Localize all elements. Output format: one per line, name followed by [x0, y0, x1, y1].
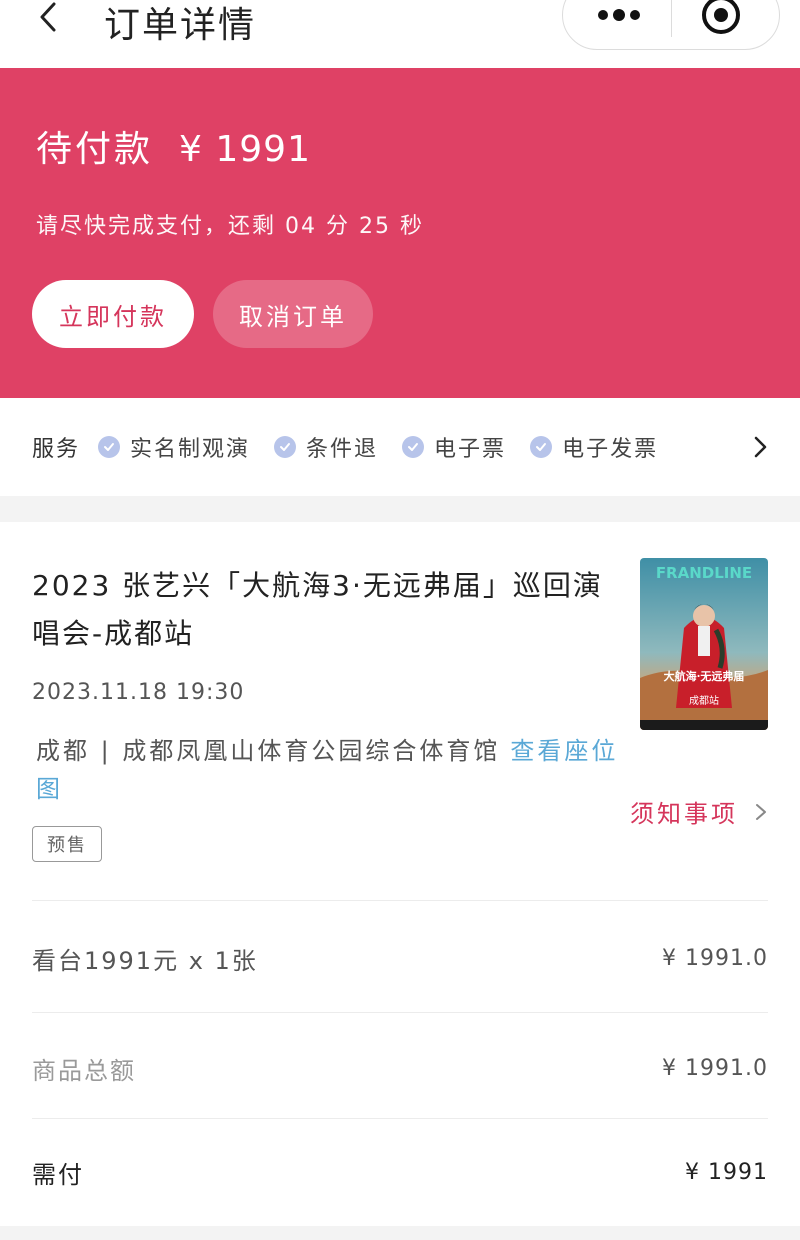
amount-due-label: 需付	[32, 1160, 84, 1189]
notice-link[interactable]: 须知事项	[630, 794, 768, 829]
more-dots-icon	[598, 9, 640, 21]
poster-top-text: FRANDLINE	[656, 564, 752, 582]
service-item: 条件退	[274, 431, 378, 463]
pay-now-button[interactable]: 立即付款	[32, 280, 194, 348]
venue-text: 成都 | 成都凤凰山体育公园综合体育馆	[36, 737, 501, 765]
nav-bar: 订单详情	[0, 0, 800, 68]
pending-amount: ¥ 1991	[179, 129, 311, 170]
services-row[interactable]: 服务 实名制观演 条件退 电子票 电子发票	[0, 398, 800, 496]
divider	[32, 1012, 768, 1013]
service-item-label: 实名制观演	[130, 437, 251, 462]
subtotal-line: 商品总额 ¥ 1991.0	[32, 1048, 768, 1088]
order-card: 2023 张艺兴「大航海3·无远弗届」巡回演唱会-成都站 FRANDLINE 大…	[0, 522, 800, 1226]
event-poster[interactable]: FRANDLINE 大航海·无远弗届 成都站	[640, 558, 768, 730]
cancel-order-button[interactable]: 取消订单	[213, 280, 373, 348]
service-item-label: 条件退	[306, 437, 379, 462]
service-item: 实名制观演	[98, 431, 250, 463]
capsule-divider	[671, 0, 672, 37]
divider	[32, 900, 768, 901]
poster-city: 成都站	[689, 694, 719, 707]
service-item-label: 电子票	[434, 437, 507, 462]
payment-status-banner: 待付款 ¥ 1991 请尽快完成支付，还剩 04 分 25 秒 立即付款 取消订单	[0, 68, 800, 398]
more-button[interactable]	[593, 0, 645, 33]
service-item-label: 电子发票	[562, 437, 659, 462]
amount-due-value: ¥ 1991	[685, 1159, 768, 1185]
notice-label: 须知事项	[630, 800, 738, 828]
divider	[32, 1118, 768, 1119]
status-text: 待付款	[36, 129, 154, 170]
subtotal-value: ¥ 1991.0	[662, 1055, 768, 1081]
subtotal-label: 商品总额	[32, 1056, 136, 1085]
venue-info: 成都 | 成都凤凰山体育公园综合体育馆 查看座位图	[36, 732, 626, 808]
check-circle-icon	[530, 436, 553, 458]
mini-program-capsule	[562, 0, 780, 50]
poster-headline: 大航海·无远弗届	[664, 669, 745, 683]
event-datetime: 2023.11.18 19:30	[32, 680, 245, 705]
close-mini-program-button[interactable]	[699, 0, 743, 37]
services-label: 服务	[32, 437, 81, 462]
service-item: 电子票	[402, 431, 506, 463]
ticket-line-label: 看台1991元 x 1张	[32, 946, 258, 975]
chevron-left-icon	[40, 2, 56, 32]
chevron-right-icon	[756, 803, 766, 820]
ticket-line: 看台1991元 x 1张 ¥ 1991.0	[32, 938, 768, 978]
payment-countdown: 请尽快完成支付，还剩 04 分 25 秒	[36, 214, 424, 239]
presale-tag: 预售	[32, 826, 102, 862]
check-circle-icon	[98, 436, 121, 458]
target-close-icon	[702, 0, 740, 34]
page-title: 订单详情	[104, 5, 257, 46]
chevron-right-icon	[754, 436, 767, 458]
back-button[interactable]	[30, 0, 70, 40]
event-title: 2023 张艺兴「大航海3·无远弗届」巡回演唱会-成都站	[32, 569, 603, 650]
check-circle-icon	[402, 436, 425, 458]
status-line: 待付款 ¥ 1991	[36, 120, 311, 172]
ticket-line-value: ¥ 1991.0	[662, 945, 768, 971]
service-item: 电子发票	[530, 431, 658, 463]
amount-due-line: 需付 ¥ 1991	[32, 1152, 768, 1192]
check-circle-icon	[274, 436, 297, 458]
